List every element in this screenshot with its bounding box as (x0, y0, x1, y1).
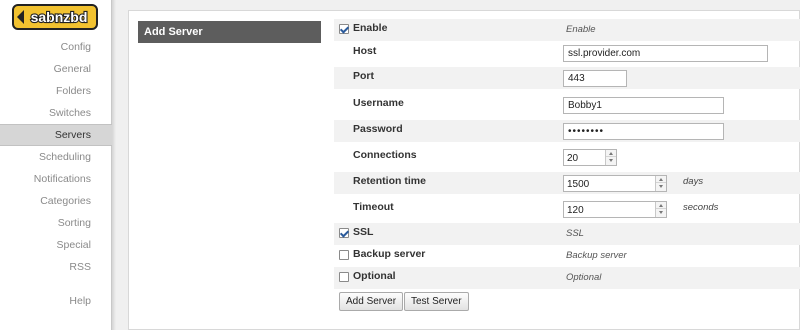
sidebar-item-servers[interactable]: Servers (0, 124, 112, 146)
section-title: Add Server (138, 21, 321, 43)
retention-increment-icon[interactable] (656, 176, 666, 183)
timeout-value: 120 (567, 205, 584, 216)
optional-row: Optional Optional (334, 267, 800, 289)
port-label: Port (353, 70, 374, 82)
backup-checkbox[interactable] (339, 250, 349, 260)
sidebar-item-sorting[interactable]: Sorting (0, 212, 112, 234)
backup-label: Backup server (353, 248, 426, 260)
sidebar-item-rss[interactable]: RSS (0, 256, 112, 278)
host-label: Host (353, 45, 377, 57)
connections-value: 20 (567, 153, 579, 164)
retention-value: 1500 (567, 179, 590, 190)
timeout-row: Timeout 120 seconds (334, 198, 800, 220)
test-server-button[interactable]: Test Server (404, 292, 469, 311)
timeout-unit: seconds (683, 202, 719, 213)
optional-checkbox[interactable] (339, 272, 349, 282)
port-input[interactable]: 443 (563, 70, 627, 87)
timeout-label: Timeout (353, 201, 394, 213)
timeout-stepper-buttons (655, 202, 666, 217)
sidebar-shadow (112, 0, 116, 330)
username-input[interactable]: Bobby1 (563, 97, 724, 114)
optional-label: Optional (353, 270, 396, 282)
enable-row: Enable Enable (334, 19, 800, 41)
sidebar-item-scheduling[interactable]: Scheduling (0, 146, 112, 168)
sidebar-item-switches[interactable]: Switches (0, 102, 112, 124)
svg-text:sabnzbd: sabnzbd (31, 9, 88, 25)
sidebar-item-help[interactable]: Help (0, 290, 112, 312)
connections-row: Connections 20 (334, 146, 800, 168)
port-row: Port 443 (334, 67, 800, 89)
ssl-row: SSL SSL (334, 223, 800, 245)
optional-description: Optional (566, 272, 602, 283)
sidebar-item-folders[interactable]: Folders (0, 80, 112, 102)
connections-stepper[interactable]: 20 (563, 149, 617, 166)
sidebar-item-special[interactable]: Special (0, 234, 112, 256)
timeout-decrement-icon[interactable] (656, 209, 666, 216)
ssl-checkbox[interactable] (339, 228, 349, 238)
retention-unit: days (683, 176, 704, 187)
enable-description: Enable (566, 24, 596, 35)
sidebar-item-general[interactable]: General (0, 58, 112, 80)
sidebar-item-categories[interactable]: Categories (0, 190, 112, 212)
enable-checkbox[interactable] (339, 24, 349, 34)
host-row: Host ssl.provider.com (334, 42, 800, 64)
backup-description: Backup server (566, 250, 627, 261)
backup-row: Backup server Backup server (334, 245, 800, 267)
main-panel: Add Server Enable Enable Host ssl.provid… (128, 10, 800, 330)
connections-label: Connections (353, 149, 417, 161)
retention-row: Retention time 1500 days (334, 172, 800, 194)
retention-stepper[interactable]: 1500 (563, 175, 667, 192)
ssl-description: SSL (566, 228, 584, 239)
connections-decrement-icon[interactable] (606, 157, 616, 164)
sidebar-item-notifications[interactable]: Notifications (0, 168, 112, 190)
sidebar-item-config[interactable]: Config (0, 36, 112, 58)
connections-stepper-buttons (605, 150, 616, 165)
host-input[interactable]: ssl.provider.com (563, 45, 768, 62)
retention-stepper-buttons (655, 176, 666, 191)
retention-decrement-icon[interactable] (656, 183, 666, 190)
timeout-stepper[interactable]: 120 (563, 201, 667, 218)
password-label: Password (353, 123, 403, 135)
password-row: Password •••••••• (334, 120, 800, 142)
sidebar: sabnzbd Config General Folders Switches Serv… (0, 0, 112, 330)
sabnzbd-logo[interactable]: sabnzbd (12, 4, 98, 30)
username-label: Username (353, 97, 404, 109)
ssl-label: SSL (353, 226, 374, 238)
settings-nav: Config General Folders Switches Servers Sched… (0, 36, 112, 278)
enable-label: Enable (353, 22, 388, 34)
timeout-increment-icon[interactable] (656, 202, 666, 209)
connections-increment-icon[interactable] (606, 150, 616, 157)
username-row: Username Bobby1 (334, 94, 800, 116)
password-input[interactable]: •••••••• (563, 123, 724, 140)
add-server-button[interactable]: Add Server (339, 292, 404, 311)
retention-label: Retention time (353, 175, 426, 187)
